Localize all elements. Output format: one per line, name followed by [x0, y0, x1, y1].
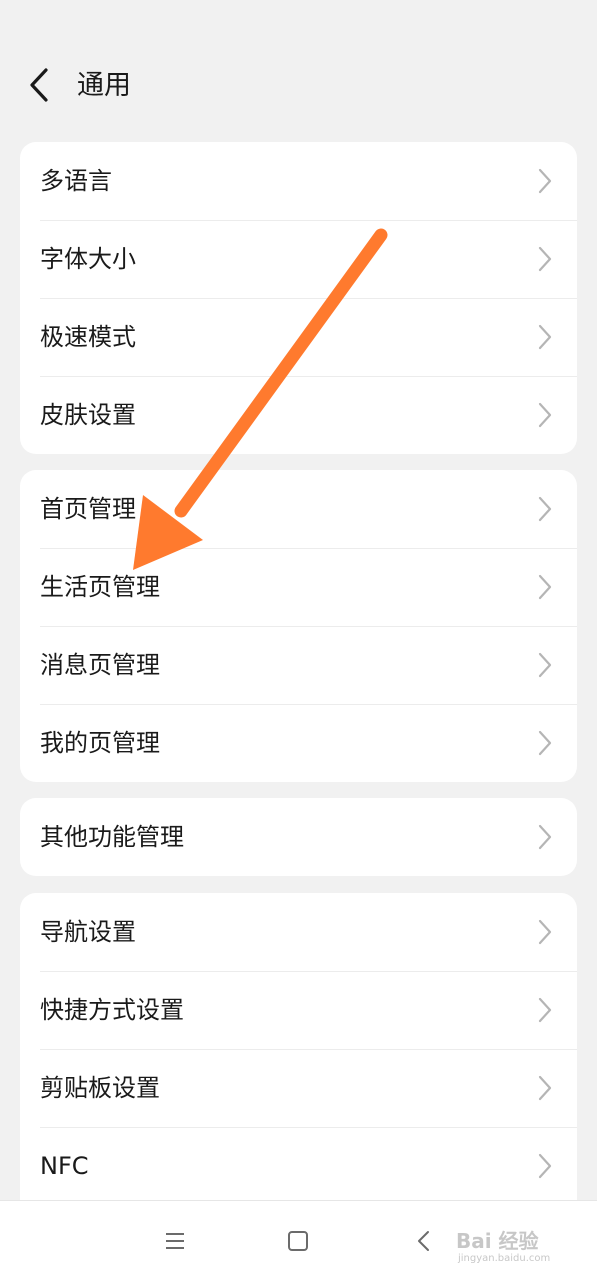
- recent-apps-button[interactable]: [161, 1227, 189, 1255]
- back-button[interactable]: [22, 62, 62, 108]
- system-nav-bar: Bai 经验 jingyan.baidu.com: [0, 1200, 597, 1281]
- page-title: 通用: [77, 70, 131, 101]
- chevron-right-icon: [538, 730, 552, 756]
- setting-row-my-page[interactable]: 我的页管理: [20, 704, 577, 782]
- setting-label: 消息页管理: [40, 651, 160, 679]
- setting-row-nfc[interactable]: NFC: [20, 1127, 577, 1205]
- setting-label: 皮肤设置: [40, 401, 136, 429]
- home-icon: [288, 1231, 308, 1251]
- chevron-right-icon: [538, 824, 552, 850]
- chevron-right-icon: [538, 919, 552, 945]
- back-icon: [418, 1231, 429, 1251]
- watermark-sub-text: jingyan.baidu.com: [458, 1253, 551, 1264]
- settings-group-basic: 多语言 字体大小 极速模式 皮肤设置: [20, 142, 577, 454]
- setting-label: 极速模式: [40, 323, 136, 351]
- setting-row-language[interactable]: 多语言: [20, 142, 577, 220]
- setting-row-shortcuts[interactable]: 快捷方式设置: [20, 971, 577, 1049]
- setting-label: 快捷方式设置: [40, 996, 184, 1024]
- chevron-right-icon: [538, 997, 552, 1023]
- chevron-right-icon: [538, 168, 552, 194]
- chevron-right-icon: [538, 574, 552, 600]
- setting-row-life-page[interactable]: 生活页管理: [20, 548, 577, 626]
- chevron-left-icon: [30, 68, 48, 102]
- baidu-jingyan-watermark: Bai 经验 jingyan.baidu.com: [456, 1219, 576, 1269]
- setting-label: 剪贴板设置: [40, 1074, 160, 1102]
- setting-label: 首页管理: [40, 495, 136, 523]
- setting-row-message-page[interactable]: 消息页管理: [20, 626, 577, 704]
- chevron-right-icon: [538, 496, 552, 522]
- chevron-right-icon: [538, 1153, 552, 1179]
- setting-label: 字体大小: [40, 245, 136, 273]
- settings-group-pages: 首页管理 生活页管理 消息页管理 我的页管理: [20, 470, 577, 782]
- setting-row-speed-mode[interactable]: 极速模式: [20, 298, 577, 376]
- menu-icon: [166, 1233, 184, 1249]
- chevron-right-icon: [538, 652, 552, 678]
- chevron-right-icon: [538, 324, 552, 350]
- header-bar: 通用: [0, 0, 597, 140]
- setting-row-home-page[interactable]: 首页管理: [20, 470, 577, 548]
- setting-label: 其他功能管理: [40, 823, 184, 851]
- setting-label: 导航设置: [40, 918, 136, 946]
- setting-row-clipboard[interactable]: 剪贴板设置: [20, 1049, 577, 1127]
- chevron-right-icon: [538, 402, 552, 428]
- chevron-right-icon: [538, 246, 552, 272]
- setting-row-navigation[interactable]: 导航设置: [20, 893, 577, 971]
- watermark-main-text: Bai 经验: [456, 1229, 539, 1253]
- setting-row-font-size[interactable]: 字体大小: [20, 220, 577, 298]
- setting-label: 我的页管理: [40, 729, 160, 757]
- settings-group-other: 其他功能管理: [20, 798, 577, 876]
- home-button[interactable]: [284, 1227, 312, 1255]
- setting-label: 生活页管理: [40, 573, 160, 601]
- setting-row-other-features[interactable]: 其他功能管理: [20, 798, 577, 876]
- settings-group-tools: 导航设置 快捷方式设置 剪贴板设置 NFC: [20, 893, 577, 1205]
- setting-row-skin[interactable]: 皮肤设置: [20, 376, 577, 454]
- chevron-right-icon: [538, 1075, 552, 1101]
- system-back-button[interactable]: [410, 1227, 438, 1255]
- setting-label: NFC: [40, 1152, 89, 1180]
- setting-label: 多语言: [40, 167, 112, 195]
